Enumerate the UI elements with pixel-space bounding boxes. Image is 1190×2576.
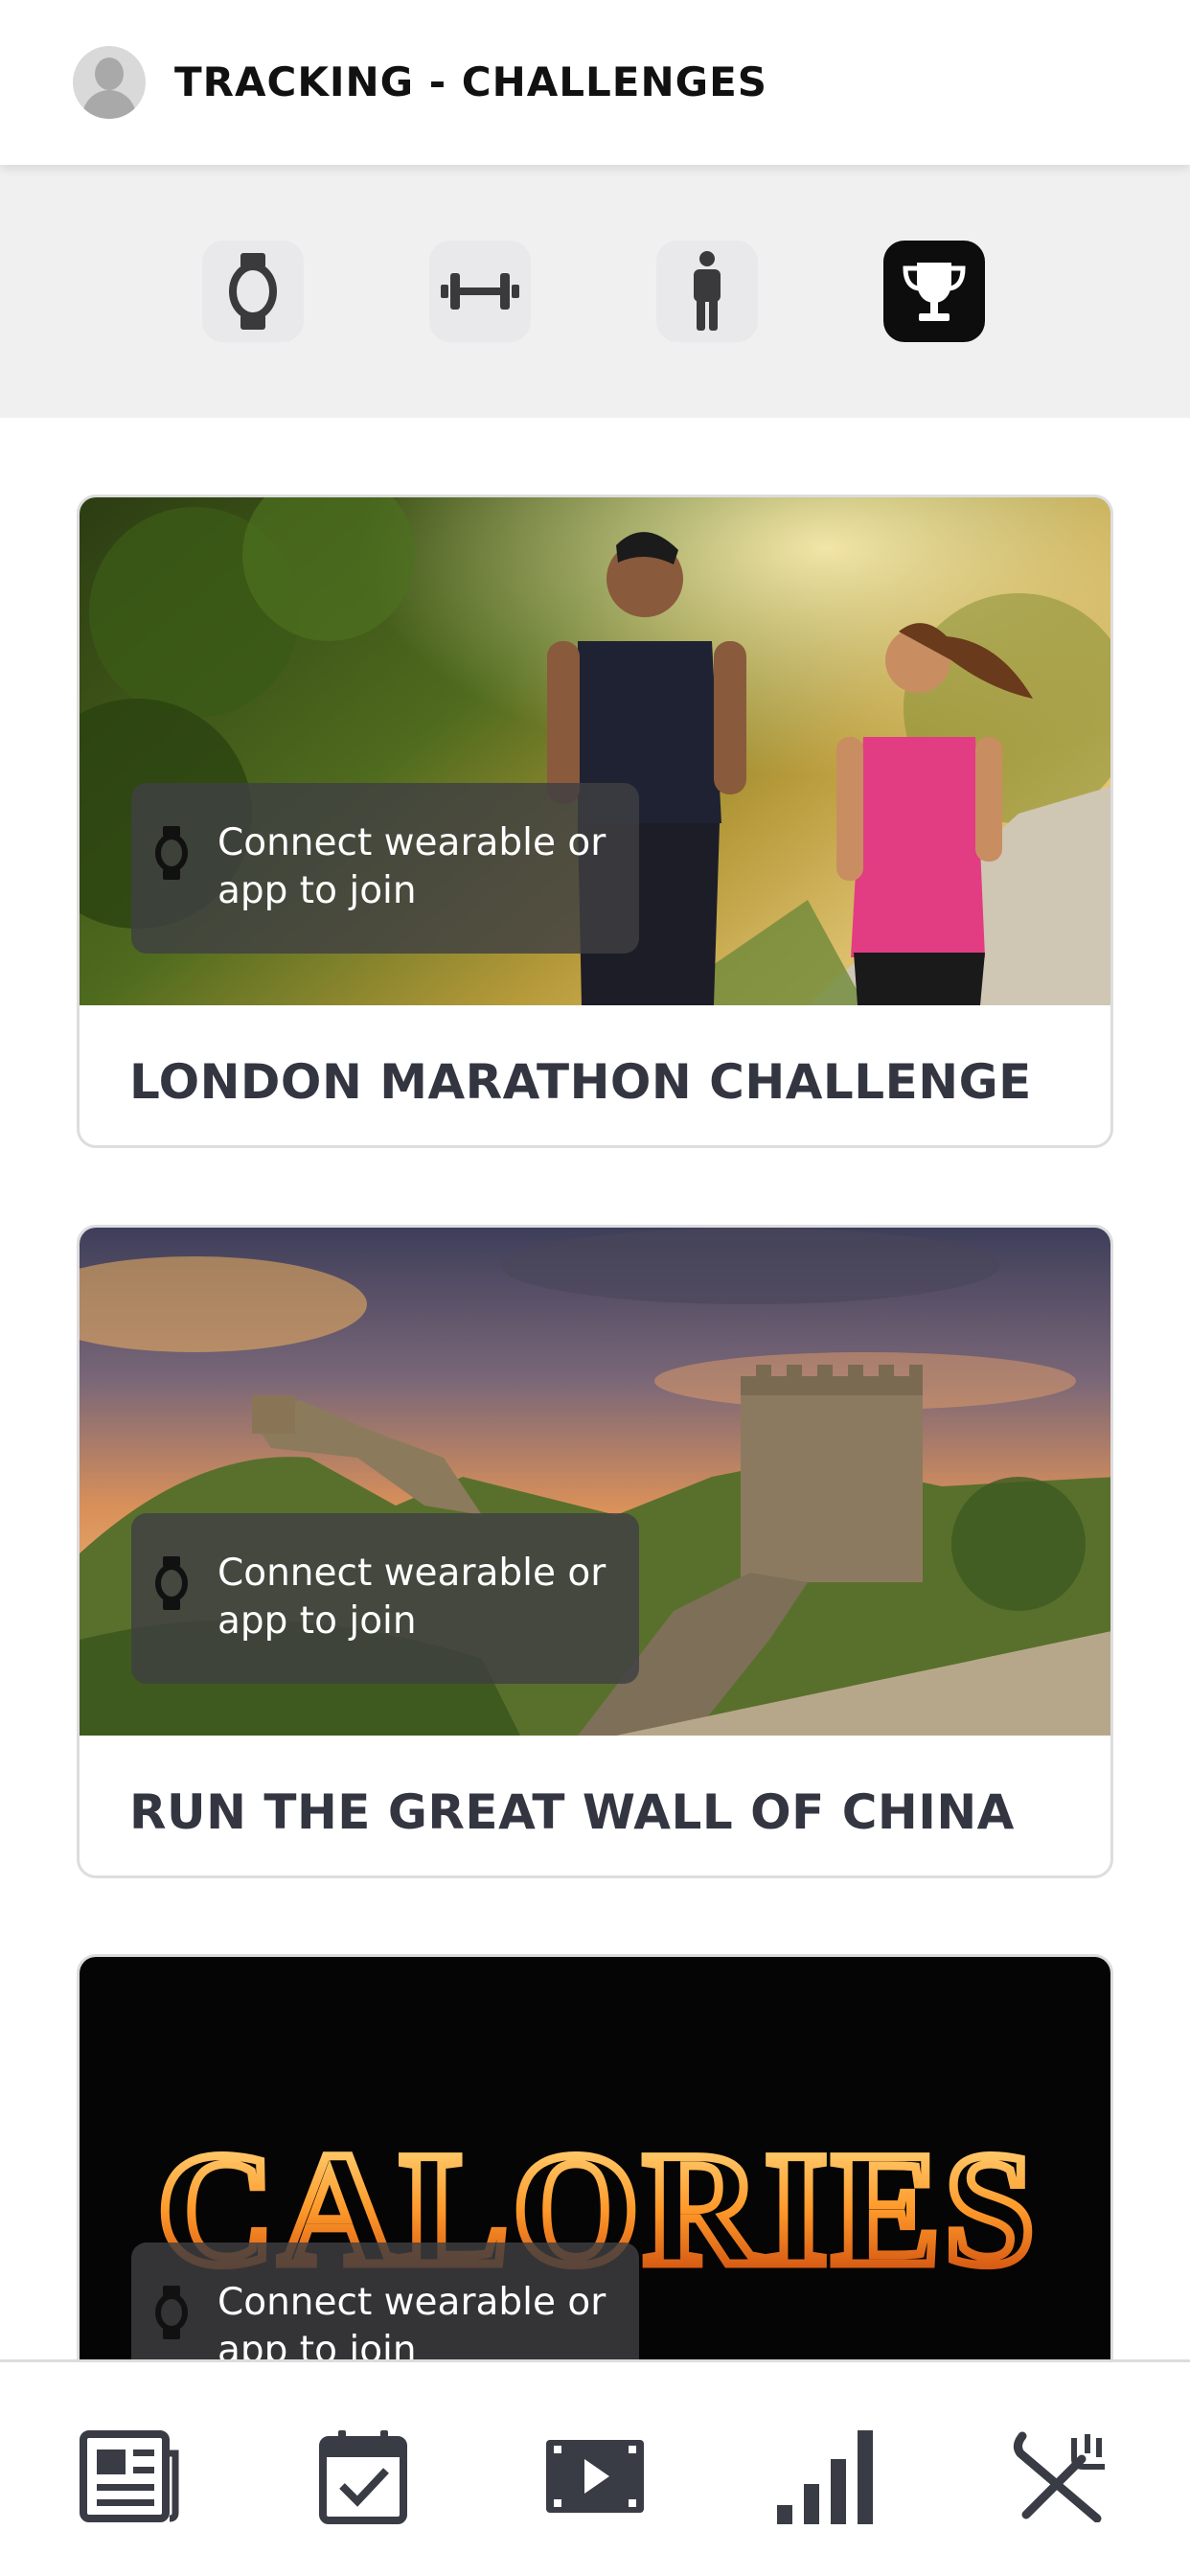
- connect-wearable-badge: Connect wearable or app to join: [131, 1513, 639, 1684]
- nav-news[interactable]: [77, 2424, 182, 2529]
- category-tab-challenges[interactable]: [883, 241, 985, 342]
- watch-icon: [229, 253, 277, 330]
- dumbbell-icon: [441, 273, 519, 310]
- challenge-card-2[interactable]: Connect wearable or app to join RUN THE …: [77, 1225, 1113, 1878]
- challenge-title: RUN THE GREAT WALL OF CHINA: [129, 1784, 1015, 1840]
- watch-icon: [155, 826, 188, 880]
- nav-videos[interactable]: [542, 2424, 648, 2529]
- news-icon: [80, 2430, 179, 2522]
- nav-calendar[interactable]: [310, 2424, 416, 2529]
- watch-icon: [155, 2286, 188, 2339]
- bar-chart-icon: [777, 2430, 873, 2524]
- nav-nutrition[interactable]: [1008, 2424, 1113, 2529]
- video-icon: [546, 2440, 644, 2513]
- category-tab-body[interactable]: [656, 241, 758, 342]
- badge-text: Connect wearable or app to join: [217, 821, 606, 912]
- top-header: TRACKING - CHALLENGES: [0, 0, 1190, 165]
- watch-icon: [155, 1556, 188, 1610]
- challenge-title: LONDON MARATHON CHALLENGE: [129, 1054, 1032, 1110]
- trophy-icon: [903, 263, 966, 321]
- person-icon: [694, 251, 721, 331]
- category-tab-watch[interactable]: [202, 241, 304, 342]
- badge-text: Connect wearable or app to join: [217, 1552, 606, 1643]
- challenge-card-1[interactable]: Connect wearable or app to join LONDON M…: [77, 494, 1113, 1148]
- nav-stats[interactable]: [774, 2424, 880, 2529]
- bottom-navigation: [0, 2359, 1190, 2576]
- page-title: TRACKING - CHALLENGES: [174, 58, 768, 105]
- fork-knife-icon: [1013, 2431, 1105, 2522]
- user-avatar-icon[interactable]: [73, 46, 146, 119]
- category-bar: [0, 165, 1190, 418]
- category-tab-workouts[interactable]: [429, 241, 531, 342]
- calendar-check-icon: [319, 2430, 407, 2524]
- connect-wearable-badge: Connect wearable or app to join: [131, 783, 639, 954]
